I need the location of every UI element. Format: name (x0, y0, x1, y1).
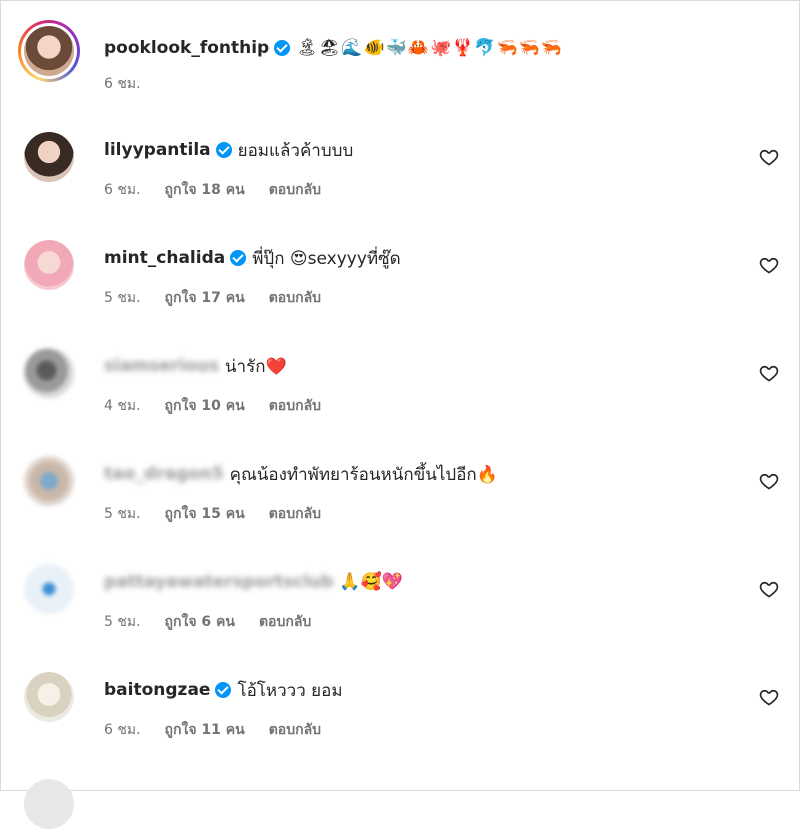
comment-likes[interactable]: ถูกใจ 6 คน (165, 611, 235, 633)
verified-badge-icon (215, 682, 232, 698)
avatar[interactable] (24, 348, 74, 398)
heart-outline-icon[interactable] (759, 471, 779, 491)
comment-likes[interactable]: ถูกใจ 18 คน (165, 179, 245, 201)
heart-outline-icon[interactable] (759, 255, 779, 275)
comment-item: tao_dragon5 คุณน้องทำพัทยาร้อนหนักขึ้นไป… (1, 453, 800, 553)
comment-time: 5 ชม. (104, 290, 141, 306)
comment-text: ยอมแล้วค้าบบบ (237, 140, 354, 161)
heart-outline-icon[interactable] (759, 687, 779, 707)
heart-outline-icon[interactable] (759, 363, 779, 383)
reply-button[interactable]: ตอบกลับ (269, 179, 321, 201)
comment-username[interactable]: mint_chalida (104, 248, 225, 268)
comment-time: 5 ชม. (104, 506, 141, 522)
comment-time: 6 ชม. (104, 722, 141, 738)
comment-item: baitongzae โอ้โหววว ยอม 6 ชม. ถูกใจ 11 ค… (1, 669, 800, 769)
comment-time: 5 ชม. (104, 614, 141, 630)
post-time: 6 ชม. (104, 76, 141, 92)
reply-button[interactable]: ตอบกลับ (269, 395, 321, 417)
comment-item: lilyypantila ยอมแล้วค้าบบบ 6 ชม. ถูกใจ 1… (1, 129, 800, 229)
comment-username[interactable]: siamserious (104, 356, 219, 376)
reply-button[interactable]: ตอบกลับ (269, 287, 321, 309)
avatar[interactable] (24, 132, 74, 182)
verified-badge-icon (274, 40, 291, 56)
comment-time: 6 ชม. (104, 182, 141, 198)
verified-badge-icon (215, 142, 232, 158)
avatar[interactable] (24, 672, 74, 722)
post-author-avatar[interactable] (18, 20, 80, 82)
comment-likes[interactable]: ถูกใจ 10 คน (165, 395, 245, 417)
comment-time: 4 ชม. (104, 398, 141, 414)
comment-likes[interactable]: ถูกใจ 11 คน (165, 719, 245, 741)
avatar[interactable] (24, 240, 74, 290)
heart-outline-icon[interactable] (759, 147, 779, 167)
post-author-username[interactable]: pooklook_fonthip (104, 38, 269, 58)
comment-text: คุณน้องทำพัทยาร้อนหนักขึ้นไปอีก🔥 (229, 464, 498, 485)
comment-text: โอ้โหววว ยอม (237, 680, 343, 701)
heart-outline-icon[interactable] (759, 579, 779, 599)
avatar[interactable] (24, 564, 74, 614)
comment-item: siamserious น่ารัก❤️ 4 ชม. ถูกใจ 10 คน ต… (1, 345, 800, 445)
comment-username[interactable]: lilyypantila (104, 140, 211, 160)
reply-button[interactable]: ตอบกลับ (269, 503, 321, 525)
comment-username[interactable]: pattayawatersportsclub (104, 572, 333, 592)
comments-panel: pooklook_fonthip 🏝🏖🌊🐠🐳🦀🐙🦞🐬🦐🦐🦐 6 ชม. lily… (0, 0, 800, 829)
comment-item: mint_chalida พี่ปุ๊ก 😍sexyyyที่ซู๊ด 5 ชม… (1, 237, 800, 337)
comment-item: pattayawatersportsclub 🙏🥰💖 5 ชม. ถูกใจ 6… (1, 561, 800, 661)
comment-likes[interactable]: ถูกใจ 17 คน (165, 287, 245, 309)
comment-username[interactable]: baitongzae (104, 680, 210, 700)
post-caption-text: 🏝🏖🌊🐠🐳🦀🐙🦞🐬🦐🦐🦐 (296, 38, 564, 58)
comment-likes[interactable]: ถูกใจ 15 คน (165, 503, 245, 525)
comment-username[interactable]: tao_dragon5 (104, 464, 224, 484)
comment-text: 🙏🥰💖 (339, 572, 403, 592)
avatar[interactable] (24, 779, 74, 829)
verified-badge-icon (230, 250, 247, 266)
reply-button[interactable]: ตอบกลับ (259, 611, 311, 633)
reply-button[interactable]: ตอบกลับ (269, 719, 321, 741)
comment-text: พี่ปุ๊ก 😍sexyyyที่ซู๊ด (252, 248, 401, 269)
comment-text: น่ารัก❤️ (224, 356, 287, 377)
post-caption: pooklook_fonthip 🏝🏖🌊🐠🐳🦀🐙🦞🐬🦐🦐🦐 6 ชม. (1, 18, 800, 118)
avatar[interactable] (24, 456, 74, 506)
